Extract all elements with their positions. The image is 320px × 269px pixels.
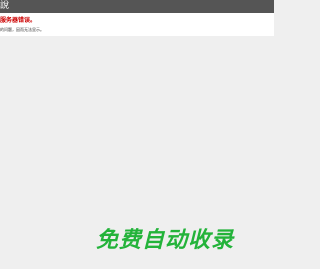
watermark-logo: 免费自动收录 — [96, 228, 235, 253]
error-detail: 的问题，因而无法显示。 — [0, 27, 44, 32]
error-panel: 服务器错误。 的问题，因而无法显示。 — [0, 13, 274, 36]
error-heading: 服务器错误。 — [0, 17, 37, 24]
title-bar: 說 — [0, 0, 274, 13]
error-page: 說 服务器错误。 的问题，因而无法显示。 免费自动收录 — [0, 0, 274, 269]
window-title: 說 — [0, 1, 10, 11]
